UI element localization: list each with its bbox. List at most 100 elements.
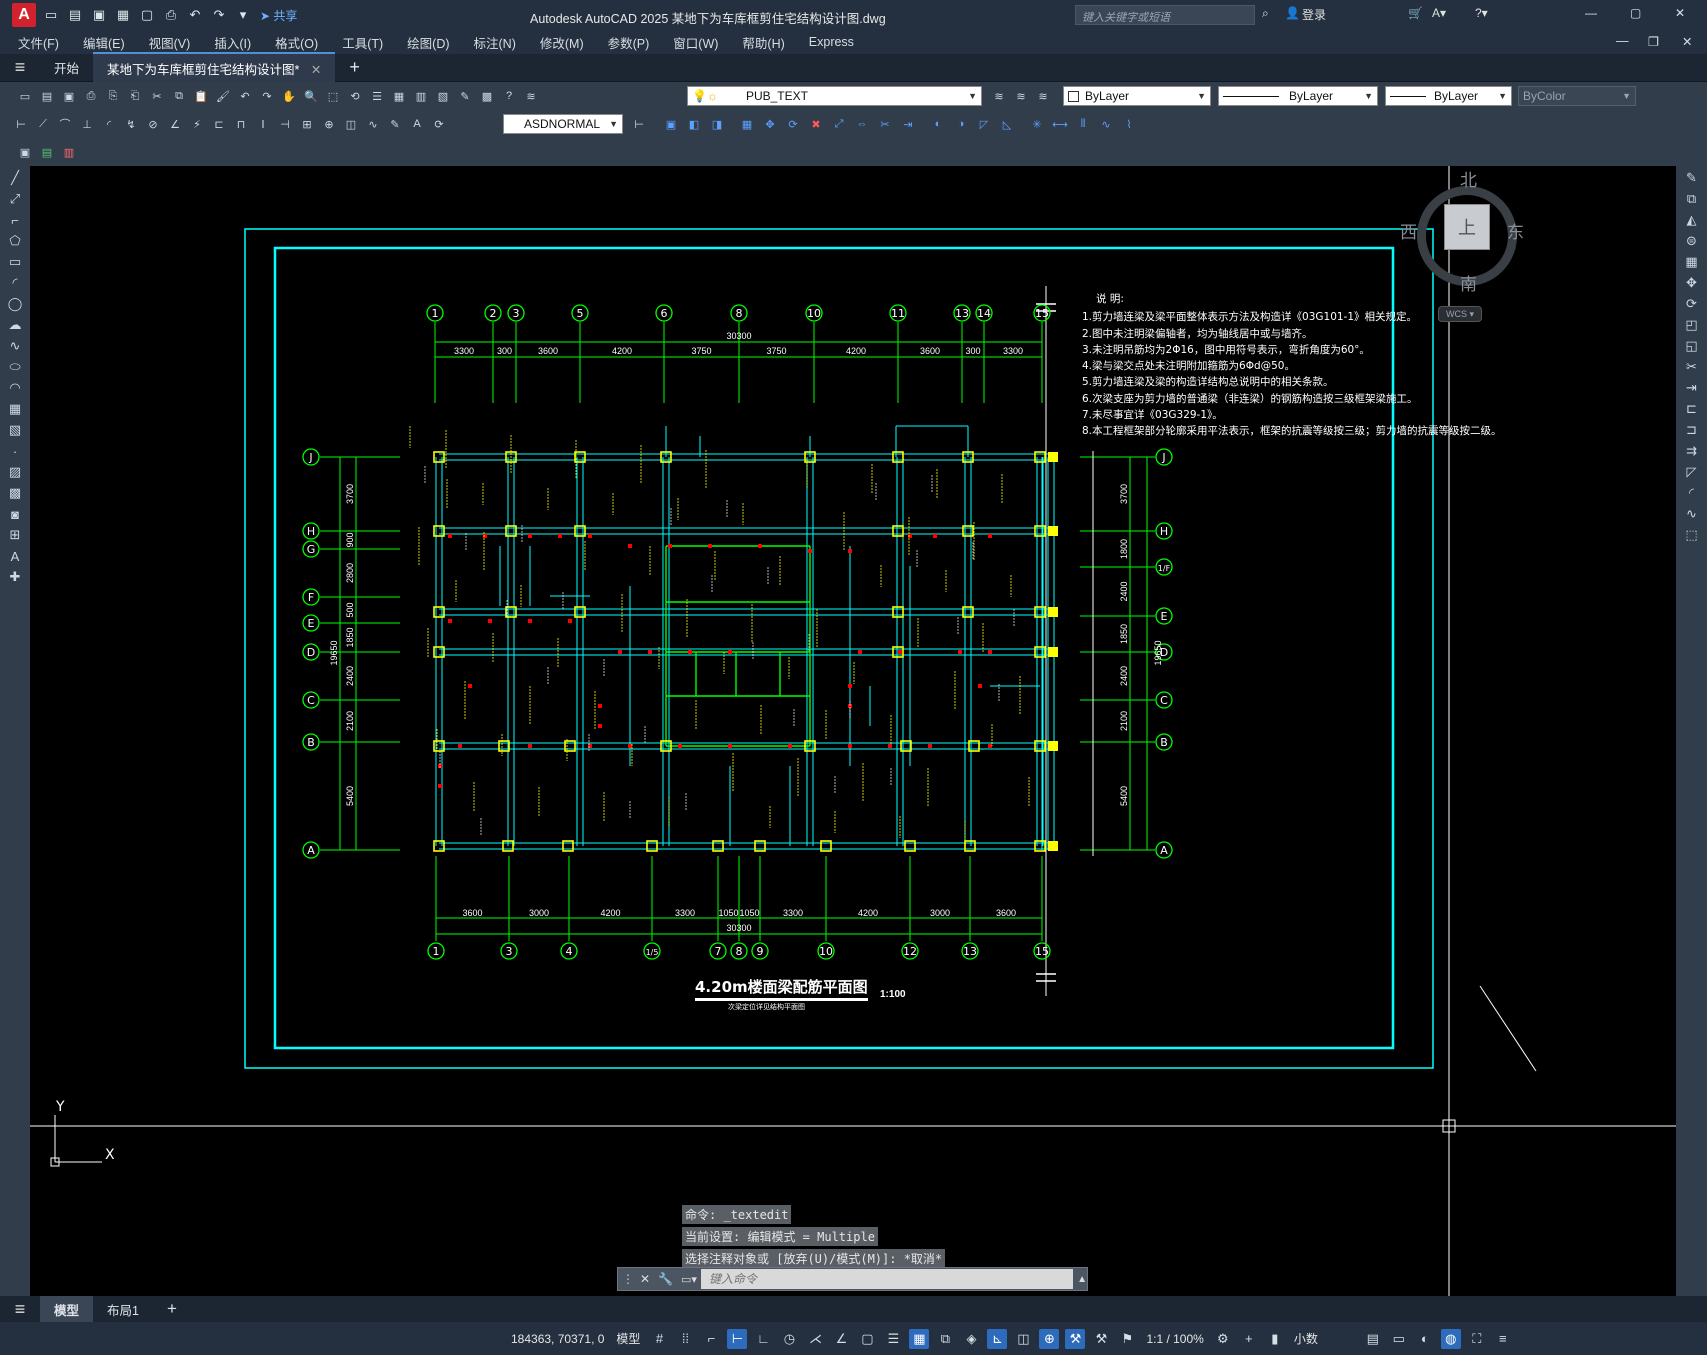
dim-text-edit-icon[interactable]: A — [408, 115, 426, 133]
search-icon[interactable]: ⌕ — [1262, 6, 1269, 21]
new-tab-button[interactable]: + — [335, 52, 374, 83]
help-icon[interactable]: ? — [500, 87, 518, 105]
close-command-icon[interactable]: ✕ — [640, 1272, 650, 1286]
plot-icon[interactable]: ⎙ — [82, 87, 100, 105]
annotation-visibility-icon[interactable]: ⚒ — [1065, 1328, 1086, 1349]
jogged-linear-icon[interactable]: ∿ — [364, 115, 382, 133]
units-value[interactable]: 小数 — [1294, 1330, 1354, 1347]
tab-layout1[interactable]: 布局1 — [93, 1296, 153, 1323]
explode-icon[interactable]: ⬚ — [1681, 526, 1703, 544]
radius-dim-icon[interactable]: ◜ — [100, 115, 118, 133]
help-icon[interactable]: ?▾ — [1475, 6, 1488, 20]
dim-style-icon[interactable]: ⊢ — [630, 115, 648, 133]
dim-update-icon[interactable]: ⟳ — [430, 115, 448, 133]
annotation-scale-icon[interactable]: ⚑ — [1117, 1329, 1137, 1349]
markup-icon[interactable]: ✎ — [456, 87, 474, 105]
close-tab-icon[interactable]: ✕ — [311, 63, 321, 77]
layer-properties-icon[interactable]: ≋ — [522, 87, 540, 105]
gradient-icon[interactable]: ▩ — [4, 484, 26, 502]
selection-cycling-icon[interactable]: ⧉ — [935, 1329, 955, 1349]
break-icon[interactable]: ⊐ — [1681, 421, 1703, 439]
offset-icon[interactable]: ◨ — [708, 115, 726, 133]
design-center-icon[interactable]: ▦ — [390, 87, 408, 105]
share-button[interactable]: ➤ 共享 — [260, 7, 297, 24]
lineweight-icon[interactable]: ☰ — [883, 1329, 903, 1349]
ortho-icon[interactable]: ∟ — [753, 1329, 773, 1349]
zoom-window-icon[interactable]: ⬚ — [324, 87, 342, 105]
plot-preview-icon[interactable]: ⎘ — [104, 87, 122, 105]
menu-draw[interactable]: 绘图(D) — [407, 33, 449, 52]
erase-icon[interactable]: ✖ — [807, 115, 825, 133]
lengthen-icon[interactable]: ⟷ — [1051, 115, 1069, 133]
auto-scale-icon[interactable]: ⚒ — [1091, 1329, 1111, 1349]
linetype-combo[interactable]: ByLayer ▼ — [1218, 86, 1378, 106]
add-selected-icon[interactable]: ✚ — [4, 568, 26, 586]
redo-icon[interactable]: ↷ — [210, 6, 228, 24]
command-input[interactable] — [700, 1269, 1074, 1289]
revcloud-icon[interactable]: ☁ — [4, 316, 26, 334]
tab-model[interactable]: 模型 — [40, 1295, 94, 1323]
transparency-icon[interactable]: ▦ — [909, 1328, 930, 1349]
menu-edit[interactable]: 编辑(E) — [83, 33, 125, 52]
save-icon[interactable]: ▣ — [90, 6, 108, 24]
trim-icon[interactable]: ✂ — [876, 115, 894, 133]
annotation-scale-value[interactable]: 1:1 / 100% — [1146, 1332, 1203, 1346]
selection-filter-icon[interactable]: ◫ — [1013, 1329, 1033, 1349]
plot-icon[interactable]: ⎙ — [162, 6, 180, 24]
command-grip-icon[interactable]: ⋮ — [622, 1272, 634, 1286]
array-icon[interactable]: ▦ — [738, 115, 756, 133]
cart-icon[interactable]: 🛒 — [1408, 6, 1423, 20]
quick-properties-icon[interactable]: ▤ — [1363, 1329, 1383, 1349]
recent-commands-icon[interactable]: ▭▾ — [681, 1273, 697, 1286]
arc-length-icon[interactable]: ⌒ — [56, 115, 74, 133]
ellipse-icon[interactable]: ⬭ — [4, 358, 26, 376]
rectangle-icon[interactable]: ▭ — [4, 253, 26, 271]
save-icon[interactable]: ▣ — [60, 87, 78, 105]
viewcube-top-face[interactable]: 上 — [1444, 204, 1490, 250]
sheet-set-icon[interactable]: ▧ — [434, 87, 452, 105]
graphics-performance-icon[interactable]: ◍ — [1440, 1328, 1461, 1349]
jogged-dim-icon[interactable]: ↯ — [122, 115, 140, 133]
move-icon[interactable]: ✥ — [761, 115, 779, 133]
make-current-layer-icon[interactable]: ≋ — [990, 87, 1008, 105]
block-edit-icon[interactable]: ▣ — [16, 143, 34, 161]
array-icon[interactable]: ▦ — [1681, 253, 1703, 271]
menu-format[interactable]: 格式(O) — [275, 33, 318, 52]
new-file-icon[interactable]: ▭ — [42, 6, 60, 24]
chamfer-icon[interactable]: ◸ — [1681, 463, 1703, 481]
copy-icon[interactable]: ⧉ — [170, 87, 188, 105]
publish-icon[interactable]: ⎗ — [126, 87, 144, 105]
baseline-dim-icon[interactable]: ⊏ — [210, 115, 228, 133]
menu-express[interactable]: Express — [809, 35, 854, 49]
add-layout-button[interactable]: + — [153, 1295, 191, 1323]
compass-south[interactable]: 南 — [1460, 270, 1477, 295]
doc-minimize-button[interactable]: — — [1616, 34, 1629, 48]
trim-icon[interactable]: ✂ — [1681, 358, 1703, 376]
stretch-icon[interactable]: ⇔ — [853, 115, 871, 133]
zoom-previous-icon[interactable]: ⟲ — [346, 87, 364, 105]
copy-object-icon[interactable]: ▣ — [662, 115, 680, 133]
menu-modify[interactable]: 修改(M) — [540, 33, 584, 52]
region-icon[interactable]: ◙ — [4, 505, 26, 523]
doc-restore-button[interactable]: ❐ — [1648, 34, 1659, 49]
pan-icon[interactable]: ✋ — [280, 87, 298, 105]
gizmo-icon[interactable]: ⊕ — [1039, 1328, 1060, 1349]
doc-close-button[interactable]: ✕ — [1682, 34, 1692, 49]
join-icon[interactable]: ◑ — [952, 115, 970, 133]
isolate-objects-icon[interactable]: ◐ — [1415, 1329, 1435, 1349]
fillet-icon[interactable]: ◜ — [1681, 484, 1703, 502]
minimize-button[interactable]: — — [1585, 6, 1597, 20]
dynamic-ucs-icon[interactable]: ⊾ — [987, 1328, 1008, 1349]
menu-parametric[interactable]: 参数(P) — [608, 33, 650, 52]
tab-start[interactable]: 开始 — [40, 53, 93, 82]
insert-block-icon[interactable]: ▦ — [4, 400, 26, 418]
polyline-icon[interactable]: ⌐ — [4, 211, 26, 229]
tab-active-document[interactable]: 某地下为车库框剪住宅结构设计图* ✕ — [93, 52, 336, 83]
line-icon[interactable]: ╱ — [4, 169, 26, 187]
compass-north[interactable]: 北 — [1460, 166, 1477, 191]
chamfer-icon[interactable]: ◸ — [975, 115, 993, 133]
model-space-toggle[interactable]: 模型 — [616, 1330, 640, 1347]
compass-east[interactable]: 东 — [1507, 218, 1524, 243]
edit-polyline-icon[interactable]: ⌇ — [1120, 115, 1138, 133]
dimstyle-combo[interactable]: ASDNORMAL ▼ — [503, 114, 623, 134]
